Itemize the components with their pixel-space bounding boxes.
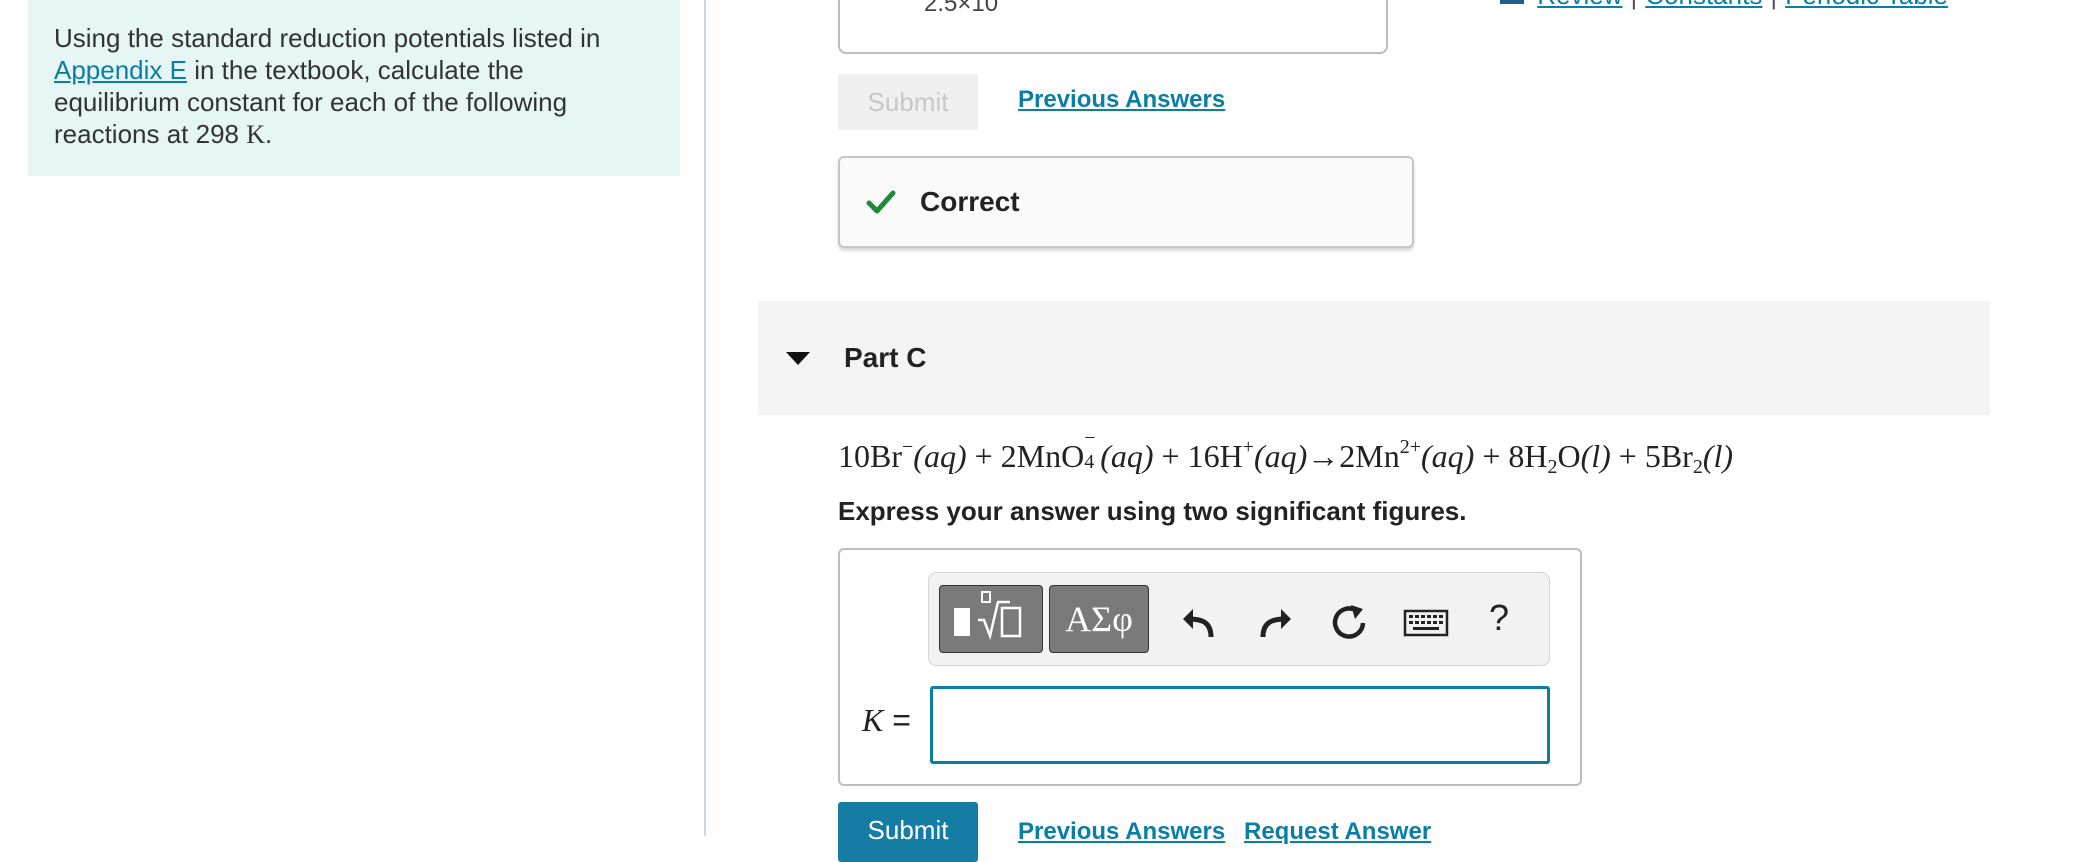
- eq-term: 2MnO: [1000, 438, 1085, 474]
- eq-state: (aq): [1100, 438, 1154, 474]
- checkmark-icon: [866, 190, 896, 214]
- answer-input[interactable]: [930, 686, 1550, 764]
- templates-button[interactable]: [939, 585, 1043, 653]
- resource-links: Review|Constants|Periodic Table: [1500, 0, 1948, 11]
- correct-label: Correct: [920, 186, 1020, 217]
- kelvin-unit: K: [246, 120, 266, 149]
- eq-term: O: [1557, 438, 1581, 474]
- eq-state: (l): [1702, 438, 1734, 474]
- eq-term: 5Br: [1644, 438, 1693, 474]
- eq-term: 10Br: [838, 438, 902, 474]
- math-toolbar: ΑΣφ ?: [928, 572, 1550, 666]
- previous-answer-value: 2.5×10: [924, 0, 999, 17]
- eq-plus: +: [1153, 438, 1188, 474]
- part-c-header[interactable]: Part C: [758, 301, 1990, 415]
- eq-state: (aq): [1421, 438, 1475, 474]
- request-answer-link[interactable]: Request Answer: [1244, 818, 1431, 846]
- templates-icon: [954, 591, 1022, 641]
- eq-plus: +: [1610, 438, 1645, 474]
- eq-arrow: →: [1307, 438, 1340, 474]
- periodic-table-link[interactable]: Periodic Table: [1785, 0, 1948, 10]
- help-button[interactable]: ?: [1489, 597, 1509, 639]
- instruction-text: Express your answer using two significan…: [838, 496, 1467, 526]
- eq-state: (l): [1580, 438, 1611, 474]
- reset-icon[interactable]: [1329, 601, 1369, 641]
- symbols-button[interactable]: ΑΣφ: [1049, 585, 1149, 653]
- appendix-link[interactable]: Appendix E: [54, 55, 187, 85]
- problem-period: .: [265, 119, 273, 149]
- reaction-equation: 10Br−(aq) + 2MnO −4 (aq) + 16H+(aq)→2Mn2+(…: [838, 427, 1734, 479]
- eq-term: 8H: [1508, 438, 1548, 474]
- eq-plus: +: [966, 438, 1001, 474]
- review-link[interactable]: Review: [1537, 0, 1622, 10]
- undo-icon[interactable]: [1179, 601, 1219, 641]
- eq-state: (aq): [913, 438, 967, 474]
- eq-term: 16H: [1187, 438, 1243, 474]
- equals-sign: =: [892, 702, 911, 738]
- problem-statement-panel: Using the standard reduction potentials …: [28, 0, 680, 176]
- eq-sub: 2: [1547, 456, 1558, 478]
- panel-divider: [704, 0, 706, 836]
- variable-k: K: [862, 702, 884, 738]
- eq-state: (aq): [1253, 438, 1308, 474]
- book-icon: [1500, 0, 1524, 5]
- collapse-triangle-icon[interactable]: [786, 351, 810, 365]
- keyboard-icon[interactable]: [1403, 601, 1449, 641]
- previous-answers-link[interactable]: Previous Answers: [1018, 818, 1225, 846]
- eq-sup: −: [1084, 427, 1096, 449]
- eq-sub: 4: [1084, 451, 1095, 473]
- correct-feedback: Correct: [838, 156, 1414, 248]
- redo-icon[interactable]: [1255, 601, 1295, 641]
- submit-button-disabled[interactable]: Submit: [838, 74, 978, 130]
- eq-sup: +: [1242, 436, 1254, 458]
- eq-term: 2Mn: [1339, 438, 1400, 474]
- part-title: Part C: [844, 342, 927, 373]
- eq-sup: 2+: [1399, 436, 1421, 458]
- answer-box: ΑΣφ ? K =: [838, 548, 1582, 786]
- constants-link[interactable]: Constants: [1645, 0, 1762, 10]
- eq-plus: +: [1474, 438, 1509, 474]
- eq-sub: 2: [1692, 456, 1703, 478]
- previous-answer-box: 2.5×10: [838, 0, 1388, 54]
- submit-button[interactable]: Submit: [838, 802, 978, 862]
- previous-answers-link[interactable]: Previous Answers: [1018, 86, 1225, 114]
- eq-supsub: −4: [1084, 427, 1100, 473]
- problem-text: Using the standard reduction potentials …: [54, 23, 601, 53]
- variable-label: K =: [862, 702, 911, 739]
- eq-sup: −: [902, 436, 914, 458]
